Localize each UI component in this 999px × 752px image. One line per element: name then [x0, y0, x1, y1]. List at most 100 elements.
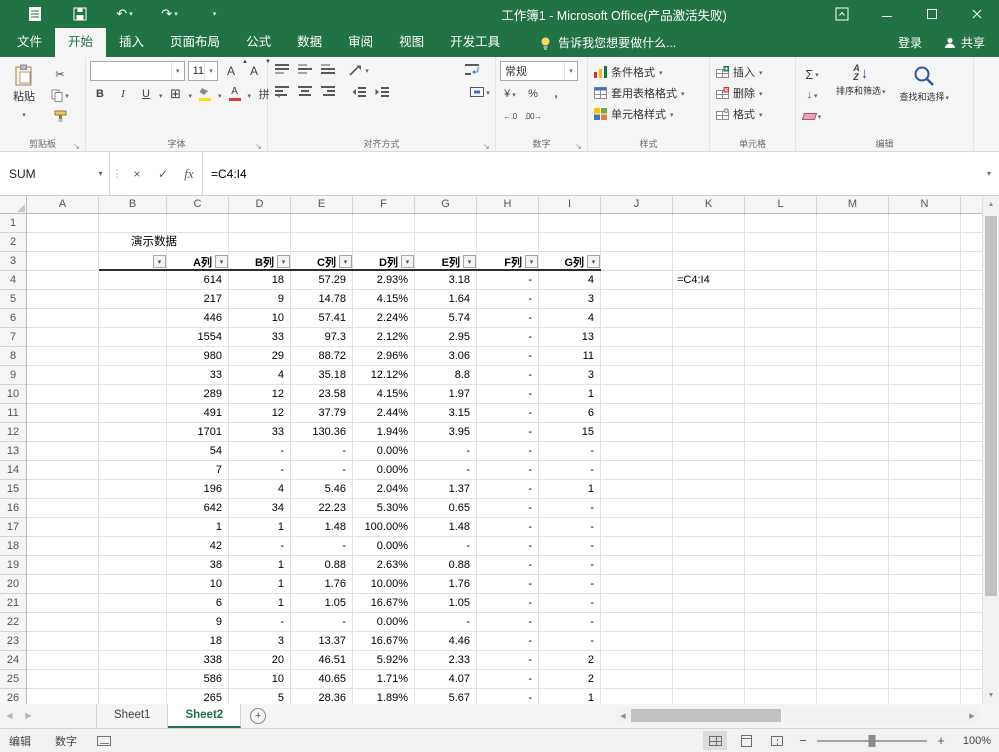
cell-styles-button[interactable]: 单元格样式: [592, 103, 706, 124]
clear-dropdown-icon[interactable]: [818, 110, 822, 122]
row-header-13[interactable]: 13: [0, 442, 26, 461]
cell-c12[interactable]: 1701: [167, 423, 229, 442]
filter-dropdown-icon[interactable]: ▾: [401, 255, 414, 268]
ribbon-tab-8[interactable]: 开发工具: [437, 28, 513, 57]
ribbon-tab-4[interactable]: 公式: [233, 28, 284, 57]
filter-dropdown-icon[interactable]: ▾: [339, 255, 352, 268]
number-dialog-launcher-icon[interactable]: [573, 138, 584, 149]
customize-quick-access-icon[interactable]: ▾: [192, 0, 237, 28]
cell-d23[interactable]: 3: [229, 632, 291, 651]
row-header-10[interactable]: 10: [0, 385, 26, 404]
cell-c24[interactable]: 338: [167, 651, 229, 670]
column-header-d[interactable]: D: [229, 196, 291, 213]
cell-d12[interactable]: 33: [229, 423, 291, 442]
align-bottom-icon[interactable]: [318, 61, 338, 79]
save-icon[interactable]: [57, 0, 102, 28]
cell-c5[interactable]: 217: [167, 290, 229, 309]
redo-icon[interactable]: ↷▾: [147, 0, 192, 28]
format-as-table-dropdown-icon[interactable]: [681, 87, 685, 99]
horizontal-scrollbar-thumb[interactable]: [631, 709, 781, 722]
cell-e26[interactable]: 28.36: [291, 689, 353, 704]
cell-c26[interactable]: 265: [167, 689, 229, 704]
name-box-dropdown-icon[interactable]: ▾: [92, 169, 109, 178]
cell-h22[interactable]: -: [477, 613, 539, 632]
cell-h4[interactable]: -: [477, 271, 539, 290]
cell-i19[interactable]: -: [539, 556, 601, 575]
cell-i4[interactable]: 4: [539, 271, 601, 290]
autosum-button[interactable]: Σ: [802, 65, 822, 83]
underline-icon[interactable]: U: [136, 85, 156, 103]
ribbon-tab-2[interactable]: 插入: [106, 28, 157, 57]
cell-g15[interactable]: 1.37: [415, 480, 477, 499]
macro-record-icon[interactable]: [97, 736, 111, 746]
cell-e19[interactable]: 0.88: [291, 556, 353, 575]
cell-f12[interactable]: 1.94%: [353, 423, 415, 442]
tell-me-box[interactable]: 告诉我您想要做什么...: [539, 28, 676, 57]
conditional-formatting-dropdown-icon[interactable]: [659, 66, 663, 78]
cell-h11[interactable]: -: [477, 404, 539, 423]
cell-d15[interactable]: 4: [229, 480, 291, 499]
row-header-17[interactable]: 17: [0, 518, 26, 537]
cell-c20[interactable]: 10: [167, 575, 229, 594]
vertical-scrollbar-thumb[interactable]: [985, 216, 997, 596]
cell-e16[interactable]: 22.23: [291, 499, 353, 518]
cell-d25[interactable]: 10: [229, 670, 291, 689]
scroll-up-icon[interactable]: ▲: [983, 196, 999, 213]
next-sheet-icon[interactable]: ▶: [19, 704, 38, 728]
wrap-text-icon[interactable]: [462, 61, 482, 79]
cell-e5[interactable]: 14.78: [291, 290, 353, 309]
borders-icon[interactable]: ⊞: [166, 85, 186, 103]
row-header-23[interactable]: 23: [0, 632, 26, 651]
zoom-slider[interactable]: [817, 740, 927, 742]
cell-h5[interactable]: -: [477, 290, 539, 309]
cut-button[interactable]: ✂: [50, 65, 70, 83]
cell-g10[interactable]: 1.97: [415, 385, 477, 404]
increase-decimal-icon[interactable]: ←.0: [500, 107, 520, 125]
cell-e7[interactable]: 97.3: [291, 328, 353, 347]
find-select-button[interactable]: 查找和选择: [896, 61, 954, 138]
filter-dropdown-icon[interactable]: ▾: [277, 255, 290, 268]
cell-h26[interactable]: -: [477, 689, 539, 704]
cell-f9[interactable]: 12.12%: [353, 366, 415, 385]
cell-i26[interactable]: 1: [539, 689, 601, 704]
row-header-7[interactable]: 7: [0, 328, 26, 347]
fill-button[interactable]: ↓: [802, 86, 822, 104]
zoom-out-icon[interactable]: −: [796, 733, 810, 748]
column-header-j[interactable]: J: [601, 196, 673, 213]
cell-i22[interactable]: -: [539, 613, 601, 632]
cell-d22[interactable]: -: [229, 613, 291, 632]
clear-button[interactable]: [802, 107, 822, 125]
cell-d4[interactable]: 18: [229, 271, 291, 290]
cell-f19[interactable]: 2.63%: [353, 556, 415, 575]
cell-h18[interactable]: -: [477, 537, 539, 556]
cell-i9[interactable]: 3: [539, 366, 601, 385]
cell-h7[interactable]: -: [477, 328, 539, 347]
align-center-icon[interactable]: [295, 83, 315, 101]
format-as-table-button[interactable]: 套用表格格式: [592, 82, 706, 103]
cell-e4[interactable]: 57.29: [291, 271, 353, 290]
decrease-font-size-icon[interactable]: A▼: [244, 62, 264, 80]
cell-c23[interactable]: 18: [167, 632, 229, 651]
row-header-4[interactable]: 4: [0, 271, 26, 290]
align-top-icon[interactable]: [272, 61, 292, 79]
row-header-22[interactable]: 22: [0, 613, 26, 632]
cell-b2[interactable]: 演示数据: [131, 233, 177, 252]
cell-e6[interactable]: 57.41: [291, 309, 353, 328]
cell-g18[interactable]: -: [415, 537, 477, 556]
cell-f17[interactable]: 100.00%: [353, 518, 415, 537]
cell-i6[interactable]: 4: [539, 309, 601, 328]
cell-e25[interactable]: 40.65: [291, 670, 353, 689]
row-header-8[interactable]: 8: [0, 347, 26, 366]
cell-g5[interactable]: 1.64: [415, 290, 477, 309]
cell-g26[interactable]: 5.67: [415, 689, 477, 704]
cell-h19[interactable]: -: [477, 556, 539, 575]
cell-e10[interactable]: 23.58: [291, 385, 353, 404]
cell-c22[interactable]: 9: [167, 613, 229, 632]
formula-bar-expand-icon[interactable]: ▾: [979, 152, 999, 195]
align-middle-icon[interactable]: [295, 61, 315, 79]
cell-c15[interactable]: 196: [167, 480, 229, 499]
merge-center-icon[interactable]: [470, 83, 490, 101]
app-icon[interactable]: [12, 0, 57, 28]
cell-c14[interactable]: 7: [167, 461, 229, 480]
filter-dropdown-icon[interactable]: ▾: [153, 255, 166, 268]
